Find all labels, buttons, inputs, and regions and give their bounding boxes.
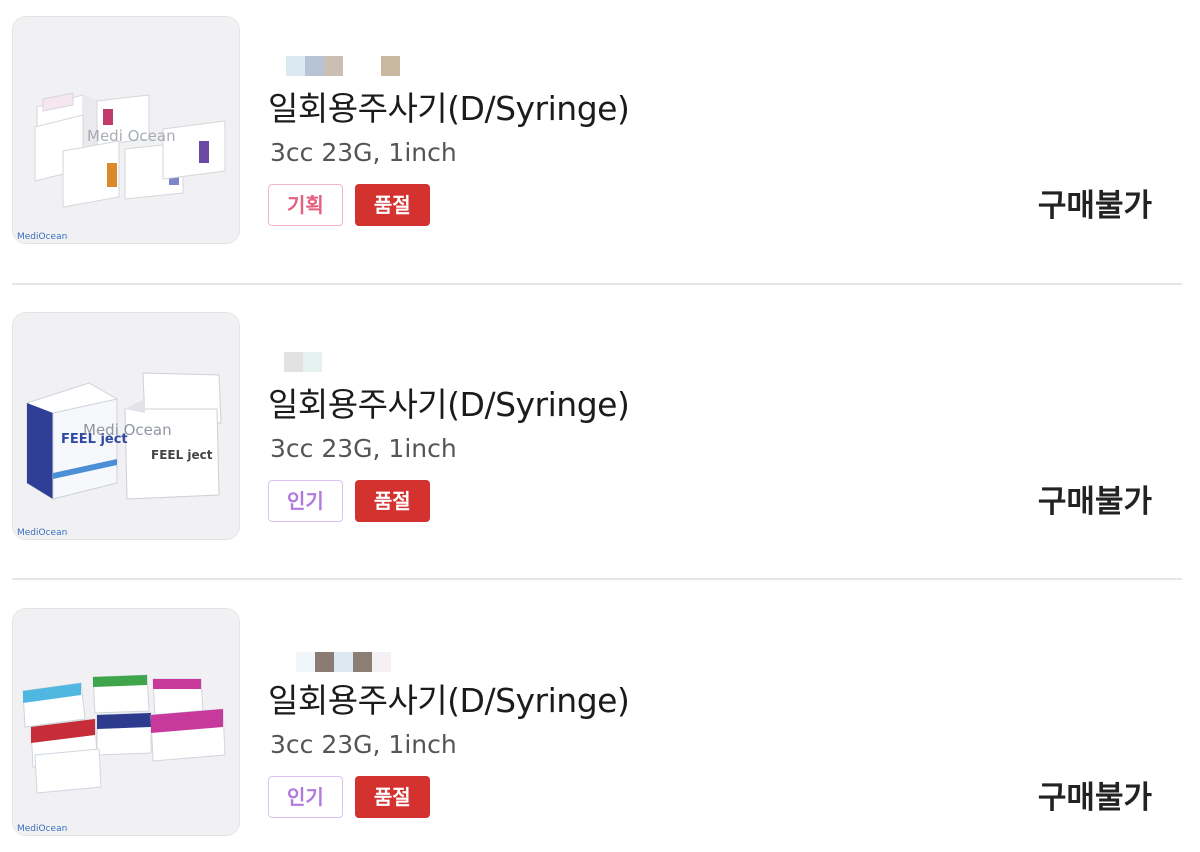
- purchase-status: 구매불가: [1037, 484, 1152, 520]
- product-spec: 3cc 23G, 1inch: [270, 434, 457, 463]
- product-box: [152, 678, 204, 716]
- popular-badge: 인기: [268, 776, 343, 818]
- product-box: [150, 708, 226, 762]
- corner-logo: MediOcean: [17, 824, 67, 834]
- product-box: [62, 140, 120, 208]
- product-title[interactable]: 일회용주사기(D/Syringe): [268, 82, 630, 130]
- syringe-boxes-image: FEEL ject FEEL ject Medi Ocean MediOcean: [13, 313, 239, 539]
- product-spec: 3cc 23G, 1inch: [270, 138, 457, 167]
- product-thumbnail[interactable]: MediOcean: [12, 608, 240, 836]
- brand-name-blurred: [296, 652, 391, 672]
- soldout-badge: 품절: [354, 184, 430, 226]
- purchase-status: 구매불가: [1037, 188, 1152, 224]
- product-list: Medi Ocean MediOcean 일회용주사기(D/Syringe) 3…: [0, 0, 1200, 852]
- product-spec: 3cc 23G, 1inch: [270, 730, 457, 759]
- product-box: [22, 682, 86, 728]
- product-item[interactable]: FEEL ject FEEL ject Medi Ocean MediOcean…: [0, 296, 1200, 566]
- purchase-status: 구매불가: [1037, 780, 1152, 816]
- product-title[interactable]: 일회용주사기(D/Syringe): [268, 378, 630, 426]
- product-item[interactable]: MediOcean 일회용주사기(D/Syringe) 3cc 23G, 1in…: [0, 592, 1200, 852]
- divider: [12, 283, 1182, 285]
- product-box: [96, 712, 152, 756]
- product-thumbnail[interactable]: FEEL ject FEEL ject Medi Ocean MediOcean: [12, 312, 240, 540]
- soldout-badge: 품절: [354, 480, 430, 522]
- product-badges: 인기 품절: [268, 776, 430, 818]
- product-badges: 기획 품절: [268, 184, 430, 226]
- svg-text:FEEL ject: FEEL ject: [151, 448, 213, 462]
- product-item[interactable]: Medi Ocean MediOcean 일회용주사기(D/Syringe) 3…: [0, 0, 1200, 270]
- divider: [12, 578, 1182, 580]
- corner-logo: MediOcean: [17, 232, 67, 242]
- product-thumbnail[interactable]: Medi Ocean MediOcean: [12, 16, 240, 244]
- syringe-boxes-image: Medi Ocean MediOcean: [13, 17, 239, 243]
- soldout-badge: 품절: [354, 776, 430, 818]
- brand-name-blurred: [286, 56, 400, 76]
- watermark-logo: Medi Ocean: [87, 127, 176, 145]
- syringe-boxes-image: MediOcean: [13, 609, 239, 835]
- product-box: [34, 748, 102, 794]
- product-title[interactable]: 일회용주사기(D/Syringe): [268, 674, 630, 722]
- product-badges: 인기 품절: [268, 480, 430, 522]
- popular-badge: 인기: [268, 480, 343, 522]
- watermark-logo: Medi Ocean: [83, 421, 172, 439]
- plan-badge: 기획: [268, 184, 343, 226]
- product-box: [92, 674, 150, 714]
- brand-name-blurred: [284, 352, 322, 372]
- corner-logo: MediOcean: [17, 528, 67, 538]
